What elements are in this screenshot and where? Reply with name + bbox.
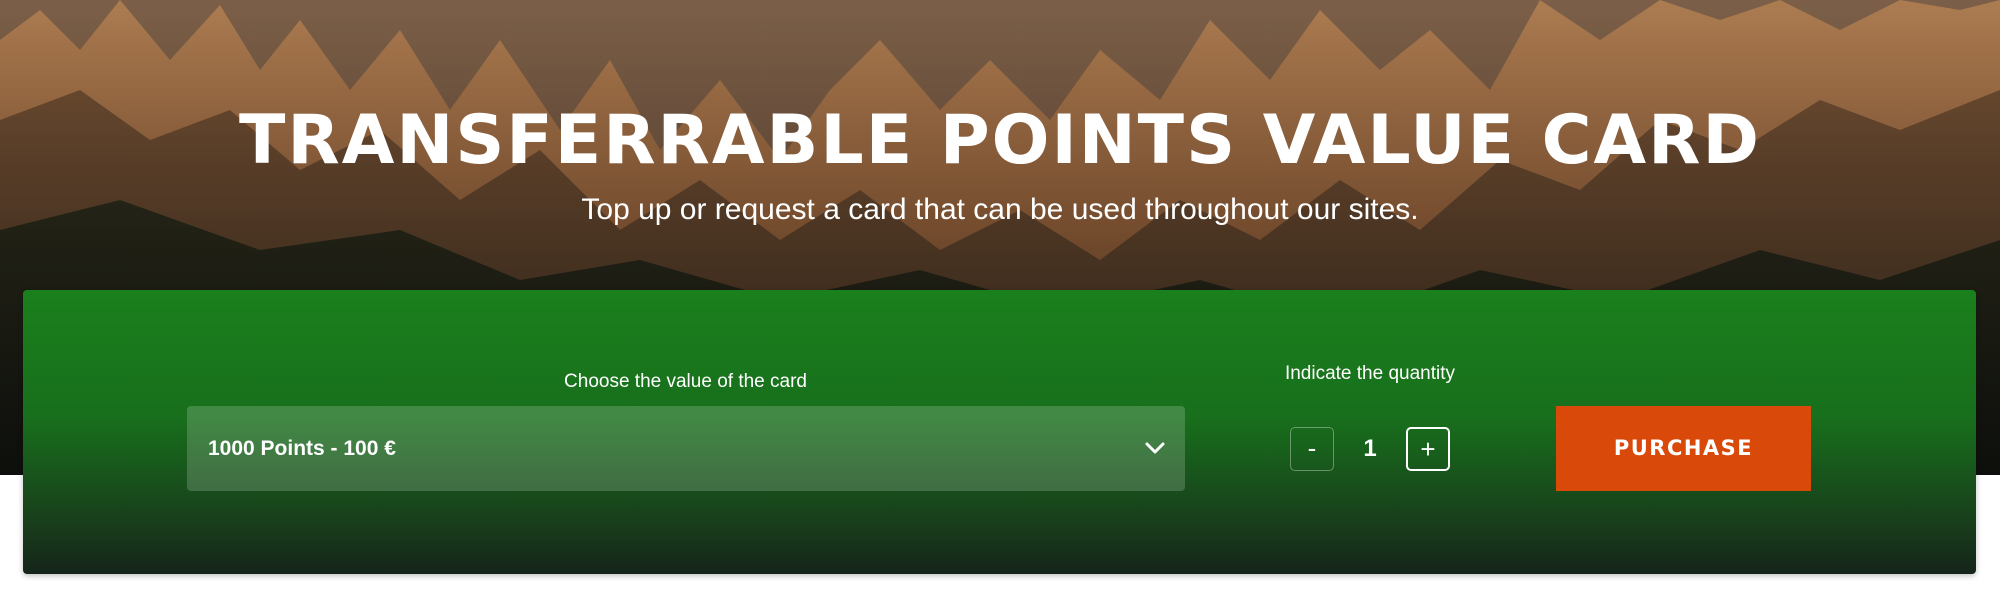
chevron-down-icon (1145, 442, 1165, 454)
page-title: TRANSFERRABLE POINTS VALUE CARD (239, 101, 1761, 180)
page-subtitle: Top up or request a card that can be use… (581, 193, 1419, 226)
card-value-select[interactable]: 1000 Points - 100 € (187, 406, 1185, 491)
card-value-label: Choose the value of the card (564, 371, 807, 392)
quantity-label: Indicate the quantity (1284, 363, 1456, 384)
quantity-value: 1 (1363, 435, 1377, 462)
quantity-decrease-button[interactable]: - (1290, 427, 1334, 471)
card-value-selected: 1000 Points - 100 € (208, 437, 396, 460)
quantity-increase-button[interactable]: + (1406, 427, 1450, 471)
purchase-button[interactable]: PURCHASE (1556, 406, 1811, 491)
